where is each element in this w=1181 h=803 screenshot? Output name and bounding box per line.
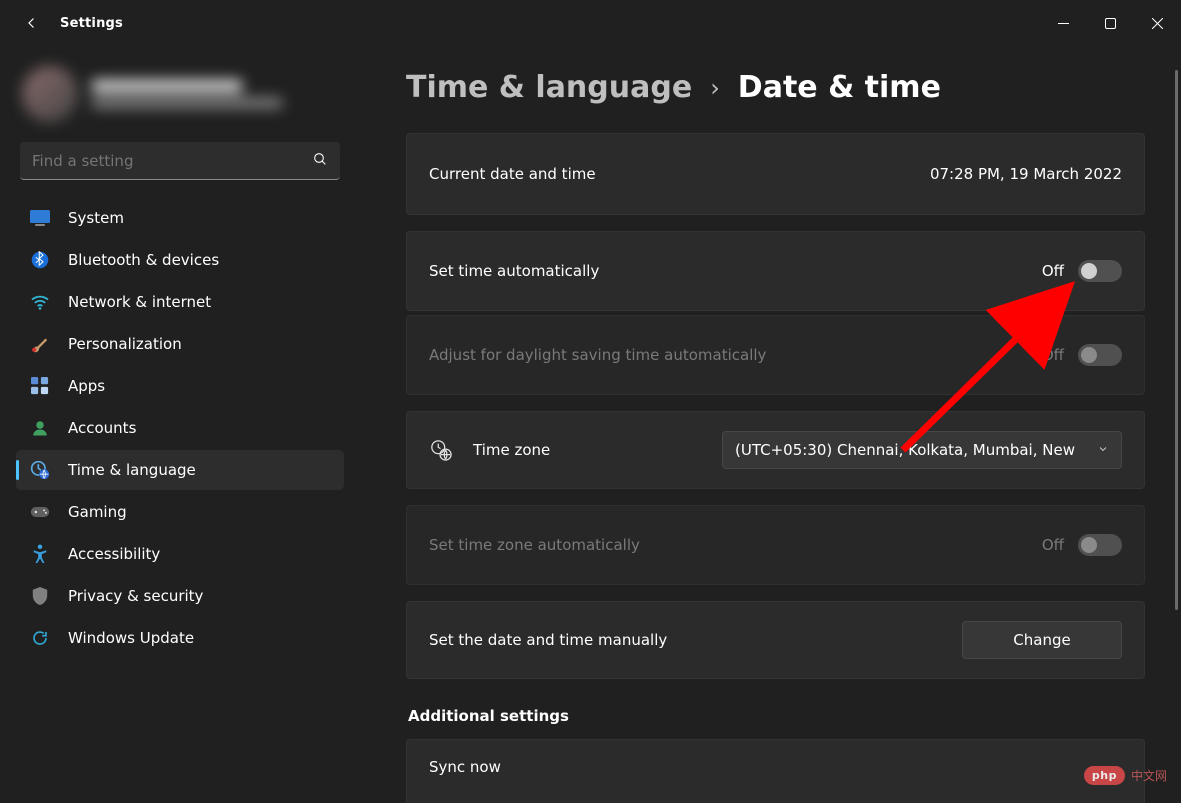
toggle-state-label: Off: [1042, 536, 1064, 554]
sidebar-item-accessibility[interactable]: Accessibility: [16, 534, 344, 574]
gaming-icon: [30, 502, 50, 522]
accounts-icon: [30, 418, 50, 438]
card-manual-datetime: Set the date and time manually Change: [406, 601, 1145, 679]
sidebar-item-system[interactable]: System: [16, 198, 344, 238]
titlebar: Settings: [0, 0, 1181, 46]
sidebar-item-label: Bluetooth & devices: [68, 251, 219, 269]
minimize-button[interactable]: [1040, 7, 1087, 39]
timezone-icon: [429, 438, 453, 462]
window-title: Settings: [60, 16, 123, 31]
card-timezone: Time zone (UTC+05:30) Chennai, Kolkata, …: [406, 411, 1145, 489]
back-arrow-icon: [23, 14, 41, 32]
account-block[interactable]: [12, 60, 348, 128]
sidebar-item-accounts[interactable]: Accounts: [16, 408, 344, 448]
sidebar-item-gaming[interactable]: Gaming: [16, 492, 344, 532]
maximize-icon: [1105, 18, 1116, 29]
chevron-down-icon: [1097, 441, 1109, 459]
close-icon: [1152, 18, 1163, 29]
maximize-button[interactable]: [1087, 7, 1134, 39]
card-title: Set time automatically: [429, 262, 599, 280]
settings-window: Settings: [0, 0, 1181, 803]
nav-list: System Bluetooth & devices Network & int…: [12, 198, 348, 658]
timezone-select[interactable]: (UTC+05:30) Chennai, Kolkata, Mumbai, Ne…: [722, 431, 1122, 469]
page-title: Date & time: [738, 70, 941, 105]
sidebar-item-bluetooth[interactable]: Bluetooth & devices: [16, 240, 344, 280]
search-box[interactable]: [20, 142, 340, 180]
button-label: Change: [1013, 631, 1070, 649]
search-input[interactable]: [20, 142, 340, 180]
bluetooth-icon: [30, 250, 50, 270]
sidebar-item-label: Personalization: [68, 335, 182, 353]
wifi-icon: [30, 292, 50, 312]
sidebar-item-label: System: [68, 209, 124, 227]
card-title: Adjust for daylight saving time automati…: [429, 346, 766, 364]
sidebar-item-label: Privacy & security: [68, 587, 203, 605]
card-title: Sync now: [429, 758, 501, 776]
close-button[interactable]: [1134, 7, 1181, 39]
card-dst: Adjust for daylight saving time automati…: [406, 315, 1145, 395]
auto-timezone-toggle: [1078, 534, 1122, 556]
additional-settings-heading: Additional settings: [408, 707, 1145, 725]
sidebar-item-label: Network & internet: [68, 293, 211, 311]
card-current-datetime: Current date and time 07:28 PM, 19 March…: [406, 133, 1145, 215]
update-icon: [30, 628, 50, 648]
sidebar-item-privacy[interactable]: Privacy & security: [16, 576, 344, 616]
card-title: Time zone: [473, 441, 550, 459]
sidebar-item-label: Accessibility: [68, 545, 160, 563]
accessibility-icon: [30, 544, 50, 564]
auto-time-toggle[interactable]: [1078, 260, 1122, 282]
card-auto-timezone: Set time zone automatically Off: [406, 505, 1145, 585]
card-title: Set time zone automatically: [429, 536, 640, 554]
main-content: Time & language › Date & time Current da…: [384, 46, 1167, 803]
avatar: [22, 66, 78, 122]
search-icon: [312, 151, 328, 171]
sidebar-item-apps[interactable]: Apps: [16, 366, 344, 406]
sidebar-item-label: Gaming: [68, 503, 127, 521]
sidebar: System Bluetooth & devices Network & int…: [0, 46, 360, 803]
sidebar-item-personalization[interactable]: Personalization: [16, 324, 344, 364]
toggle-state-label: Off: [1042, 262, 1064, 280]
current-datetime-value: 07:28 PM, 19 March 2022: [930, 165, 1122, 183]
shield-icon: [30, 586, 50, 606]
watermark: php 中文网: [1084, 766, 1167, 785]
account-text: [92, 80, 282, 108]
sidebar-item-network[interactable]: Network & internet: [16, 282, 344, 322]
sidebar-item-label: Apps: [68, 377, 105, 395]
sidebar-item-time-language[interactable]: Time & language: [16, 450, 344, 490]
scrollbar-thumb[interactable]: [1175, 70, 1178, 610]
sidebar-item-windows-update[interactable]: Windows Update: [16, 618, 344, 658]
toggle-state-label: Off: [1042, 346, 1064, 364]
back-button[interactable]: [12, 3, 52, 43]
watermark-text: 中文网: [1131, 767, 1167, 784]
card-title: Current date and time: [429, 165, 596, 183]
card-title: Set the date and time manually: [429, 631, 667, 649]
sidebar-item-label: Accounts: [68, 419, 136, 437]
window-controls: [1040, 7, 1181, 39]
breadcrumb: Time & language › Date & time: [406, 70, 1145, 105]
apps-icon: [30, 376, 50, 396]
chevron-right-icon: ›: [710, 74, 720, 102]
sidebar-item-label: Time & language: [68, 461, 196, 479]
minimize-icon: [1058, 18, 1069, 29]
dst-toggle: [1078, 344, 1122, 366]
watermark-badge: php: [1084, 766, 1125, 785]
system-icon: [30, 208, 50, 228]
sidebar-item-label: Windows Update: [68, 629, 194, 647]
clock-globe-icon: [30, 460, 50, 480]
change-button[interactable]: Change: [962, 621, 1122, 659]
timezone-value: (UTC+05:30) Chennai, Kolkata, Mumbai, Ne…: [735, 441, 1075, 459]
brush-icon: [30, 334, 50, 354]
breadcrumb-parent[interactable]: Time & language: [406, 70, 692, 105]
card-sync-now: Sync now: [406, 739, 1145, 803]
card-auto-time: Set time automatically Off: [406, 231, 1145, 311]
